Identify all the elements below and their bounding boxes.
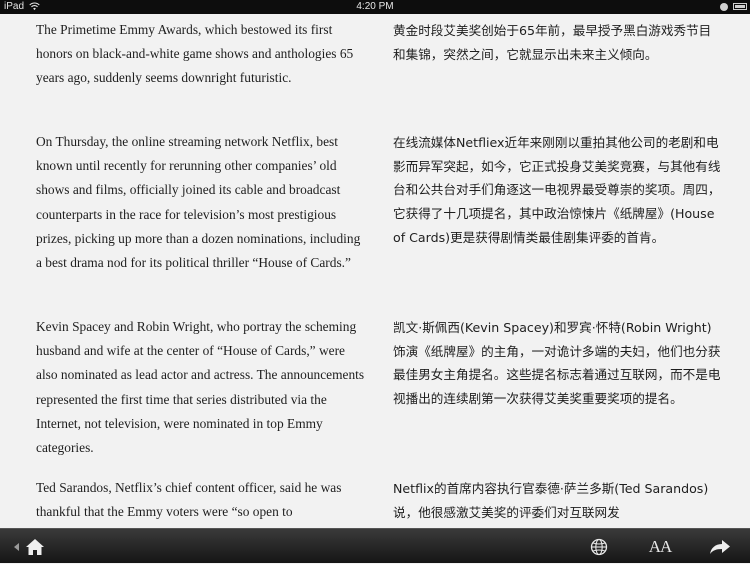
chinese-paragraph: 黄金时段艾美奖创始于65年前，最早授予黑白游戏秀节目和集锦，突然之间，它就显示出… xyxy=(393,23,712,62)
chinese-paragraph: 在线流媒体Netfliex近年来刚刚以重拍其他公司的老剧和电影而异军突起，如今，… xyxy=(393,135,721,245)
font-size-button[interactable]: AA xyxy=(645,529,675,564)
globe-icon xyxy=(590,538,608,555)
chevron-left-icon xyxy=(14,542,19,551)
home-icon xyxy=(26,538,44,555)
orientation-lock-icon xyxy=(720,3,728,11)
status-bar: iPad 4:20 PM xyxy=(0,0,750,14)
chinese-paragraph: Netflix的首席内容执行官泰德·萨兰多斯(Ted Sarandos)说，他很… xyxy=(393,481,709,520)
share-button[interactable] xyxy=(706,529,734,564)
chinese-paragraph: 凯文·斯佩西(Kevin Spacey)和罗宾·怀特(Robin Wright)… xyxy=(393,320,721,407)
english-paragraph: Kevin Spacey and Robin Wright, who portr… xyxy=(36,319,365,456)
language-button[interactable] xyxy=(586,529,612,564)
share-arrow-icon xyxy=(710,539,730,554)
english-paragraph: On Thursday, the online streaming networ… xyxy=(36,134,361,271)
english-paragraph: Ted Sarandos, Netflix’s chief content of… xyxy=(36,480,342,520)
home-button[interactable] xyxy=(22,529,48,564)
clock: 4:20 PM xyxy=(356,1,394,12)
battery-icon xyxy=(733,3,747,10)
font-size-label: AA xyxy=(648,536,673,556)
bottom-toolbar: AA xyxy=(0,528,750,563)
article-content[interactable]: The Primetime Emmy Awards, which bestowe… xyxy=(0,14,750,528)
english-paragraph: The Primetime Emmy Awards, which bestowe… xyxy=(36,22,354,86)
